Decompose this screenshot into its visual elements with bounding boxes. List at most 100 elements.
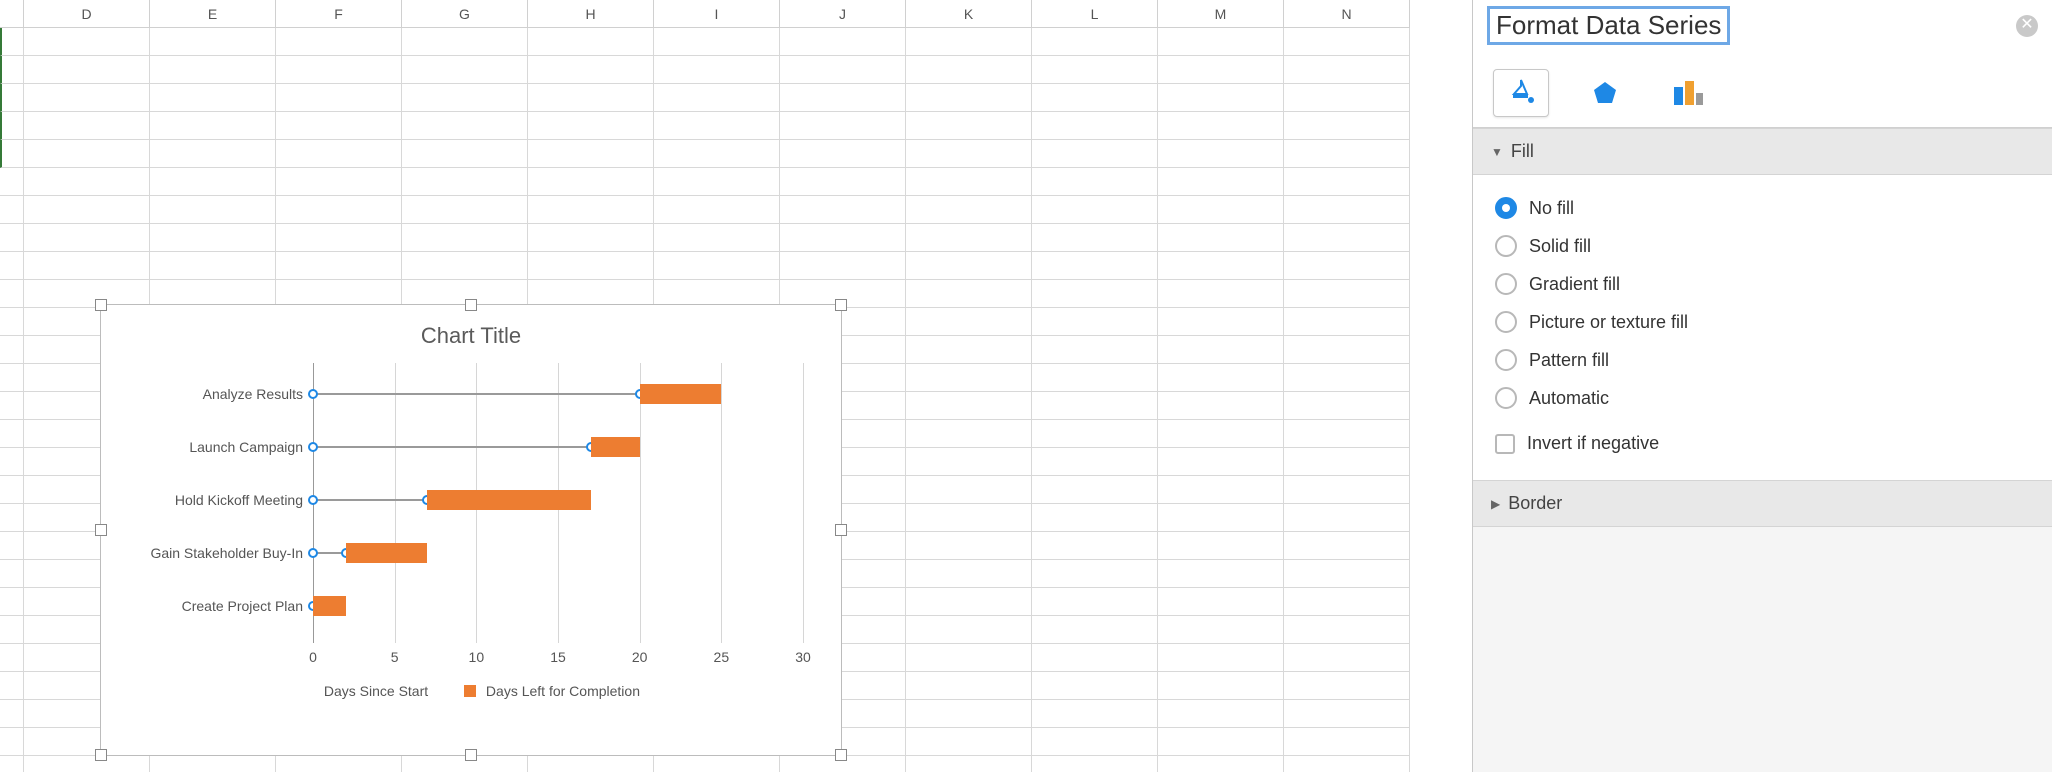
cell[interactable] [1284, 756, 1410, 772]
cell[interactable] [906, 336, 1032, 364]
cell[interactable] [906, 56, 1032, 84]
cell[interactable] [1032, 196, 1158, 224]
cell[interactable] [1284, 28, 1410, 56]
cell[interactable] [1032, 280, 1158, 308]
cell[interactable] [1284, 728, 1410, 756]
resize-handle[interactable] [465, 749, 477, 761]
cell[interactable] [1284, 84, 1410, 112]
cell[interactable] [1032, 504, 1158, 532]
cell[interactable] [654, 196, 780, 224]
chart-legend[interactable]: Days Since Start Days Left for Completio… [111, 669, 831, 699]
cell[interactable] [528, 196, 654, 224]
cell[interactable] [1158, 532, 1284, 560]
cell[interactable] [1284, 504, 1410, 532]
section-header-border[interactable]: ▶ Border [1473, 480, 2052, 527]
cell[interactable] [528, 56, 654, 84]
cell[interactable] [1158, 504, 1284, 532]
tab-fill-line[interactable] [1493, 69, 1549, 117]
chart-object[interactable]: Chart Title Analyze ResultsLaunch Campai… [100, 304, 842, 756]
cell[interactable] [780, 112, 906, 140]
cell[interactable] [150, 84, 276, 112]
cell[interactable] [1158, 140, 1284, 168]
fill-option[interactable]: Solid fill [1495, 227, 2030, 265]
cell[interactable] [1032, 84, 1158, 112]
cell[interactable] [150, 140, 276, 168]
cell[interactable] [1284, 56, 1410, 84]
cell[interactable] [150, 756, 276, 772]
cell[interactable] [1158, 168, 1284, 196]
cell[interactable] [402, 168, 528, 196]
cell[interactable] [906, 392, 1032, 420]
cell[interactable] [906, 224, 1032, 252]
cell[interactable] [1158, 224, 1284, 252]
column-header[interactable]: I [654, 0, 780, 28]
cell[interactable] [402, 140, 528, 168]
cell[interactable] [150, 56, 276, 84]
cell[interactable] [780, 28, 906, 56]
cell[interactable] [654, 84, 780, 112]
cell[interactable] [906, 252, 1032, 280]
cell[interactable] [1158, 392, 1284, 420]
cell[interactable] [780, 84, 906, 112]
cell[interactable] [402, 224, 528, 252]
cell[interactable] [906, 616, 1032, 644]
cell[interactable] [528, 224, 654, 252]
resize-handle[interactable] [835, 299, 847, 311]
cell[interactable] [906, 756, 1032, 772]
cell[interactable] [1032, 252, 1158, 280]
cell[interactable] [402, 56, 528, 84]
cell[interactable] [1284, 224, 1410, 252]
cell[interactable] [654, 756, 780, 772]
cell[interactable] [1284, 336, 1410, 364]
cell[interactable] [1284, 644, 1410, 672]
cell[interactable] [1284, 364, 1410, 392]
cell[interactable] [1032, 140, 1158, 168]
cell[interactable] [24, 224, 150, 252]
cell[interactable] [654, 112, 780, 140]
cell[interactable] [402, 84, 528, 112]
cell[interactable] [1158, 420, 1284, 448]
cell[interactable] [1032, 588, 1158, 616]
cell[interactable] [906, 504, 1032, 532]
close-icon[interactable]: ✕ [2016, 15, 2038, 37]
cell[interactable] [1032, 476, 1158, 504]
cell[interactable] [1032, 28, 1158, 56]
cell[interactable] [24, 756, 150, 772]
cell[interactable] [1158, 588, 1284, 616]
column-header[interactable]: L [1032, 0, 1158, 28]
cell[interactable] [1158, 252, 1284, 280]
cell[interactable] [150, 252, 276, 280]
cell[interactable] [276, 196, 402, 224]
bar-segment-series2[interactable] [346, 543, 428, 563]
cell[interactable] [1284, 700, 1410, 728]
cell[interactable] [906, 196, 1032, 224]
cell[interactable] [276, 756, 402, 772]
cell[interactable] [906, 28, 1032, 56]
cell[interactable] [1284, 616, 1410, 644]
cell[interactable] [906, 476, 1032, 504]
section-header-fill[interactable]: ▼ Fill [1473, 128, 2052, 175]
cell[interactable] [150, 112, 276, 140]
cell[interactable] [1284, 476, 1410, 504]
cell[interactable] [906, 168, 1032, 196]
cell[interactable] [780, 196, 906, 224]
fill-option[interactable]: Pattern fill [1495, 341, 2030, 379]
cell[interactable] [1284, 168, 1410, 196]
legend-item[interactable]: Days Since Start [302, 683, 428, 699]
bar-segment-series2[interactable] [640, 384, 722, 404]
cell[interactable] [402, 252, 528, 280]
cell[interactable] [906, 532, 1032, 560]
cell[interactable] [906, 308, 1032, 336]
fill-option[interactable]: Gradient fill [1495, 265, 2030, 303]
cell[interactable] [276, 56, 402, 84]
fill-option[interactable]: Picture or texture fill [1495, 303, 2030, 341]
cell[interactable] [1032, 364, 1158, 392]
cell[interactable] [906, 448, 1032, 476]
cell[interactable] [1284, 560, 1410, 588]
cell[interactable] [1158, 56, 1284, 84]
bar-segment-series1[interactable] [313, 393, 640, 395]
cell[interactable] [1158, 476, 1284, 504]
cell[interactable] [1158, 672, 1284, 700]
cell[interactable] [528, 84, 654, 112]
cell[interactable] [906, 364, 1032, 392]
